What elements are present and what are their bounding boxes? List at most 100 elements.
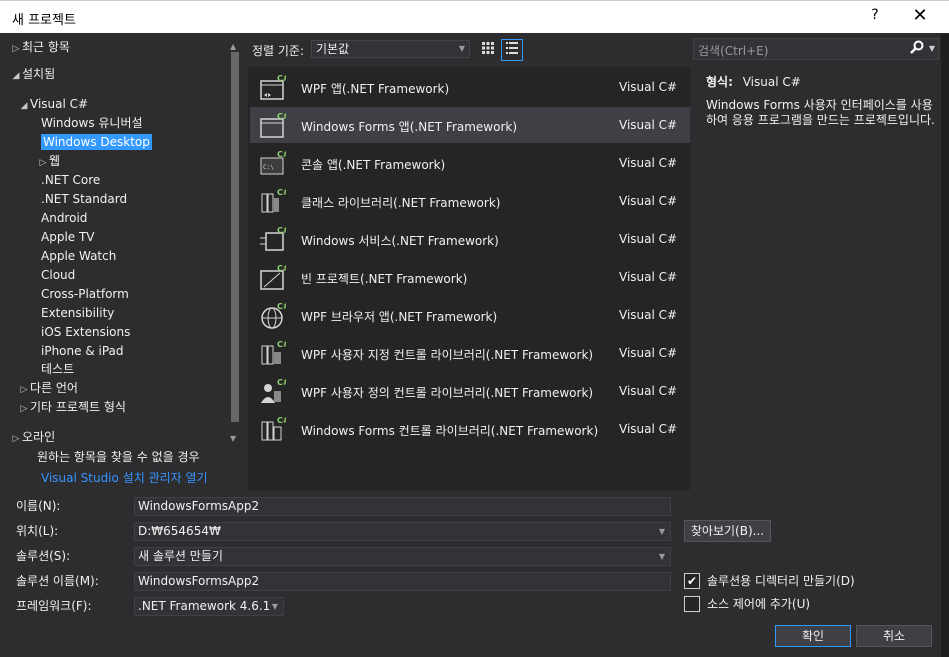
template-language: Visual C# — [619, 384, 678, 398]
collapsed-arrow-icon[interactable]: ▷ — [10, 430, 22, 449]
help-button[interactable]: ? — [866, 7, 884, 23]
template-item[interactable]: C# WPF 브라우저 앱(.NET Framework) Visual C# — [250, 297, 690, 333]
scroll-down-icon[interactable]: ▼ — [230, 434, 236, 443]
tree-item-label: .NET Standard — [41, 192, 128, 206]
tree-item[interactable]: ▷ 웹 — [37, 152, 61, 171]
create-directory-checkbox[interactable]: ✔ — [684, 573, 700, 589]
name-field[interactable]: WindowsFormsApp2 — [134, 497, 671, 516]
search-icon[interactable] — [910, 40, 924, 58]
open-installer-link[interactable]: Visual Studio 설치 관리자 열기 — [41, 469, 208, 486]
ok-button[interactable]: 확인 — [775, 625, 851, 647]
wpf-browser-app-icon: C# — [258, 301, 290, 329]
template-name: WPF 사용자 정의 컨트롤 라이브러리(.NET Framework) — [301, 386, 594, 400]
solution-value: 새 솔루션 만들기 — [138, 549, 223, 563]
sort-select[interactable]: 기본값 ▼ — [311, 40, 470, 58]
title-bar: 새 프로젝트 ? ✕ — [0, 0, 949, 33]
framework-select[interactable]: .NET Framework 4.6.1 ▼ — [134, 597, 284, 616]
name-label: 이름(N): — [16, 499, 61, 513]
collapsed-arrow-icon[interactable]: ▷ — [18, 400, 30, 419]
solution-label: 솔루션(S): — [16, 549, 71, 563]
template-item[interactable]: C# Windows Forms 컨트롤 라이브러리(.NET Framework… — [250, 411, 690, 447]
search-options-chevron-icon[interactable]: ▼ — [929, 44, 935, 53]
template-language: Visual C# — [619, 156, 678, 170]
type-value: Visual C# — [742, 75, 801, 89]
chevron-down-icon: ▼ — [658, 527, 665, 536]
not-finding-note: 원하는 항목을 찾을 수 없을 경우 — [37, 450, 200, 464]
template-item[interactable]: C# Windows 서비스(.NET Framework) Visual C# — [250, 221, 690, 257]
search-box[interactable]: 검색(Ctrl+E) ▼ — [693, 38, 939, 60]
template-list: C# WPF 앱(.NET Framework) Visual C# C# Window… — [248, 67, 690, 490]
template-item[interactable]: C# 빈 프로젝트(.NET Framework) Visual C# — [250, 259, 690, 295]
template-item[interactable]: C:\C# 콘솔 앱(.NET Framework) Visual C# — [250, 145, 690, 181]
type-label: 형식: — [706, 75, 733, 89]
search-input[interactable]: 검색(Ctrl+E) — [698, 42, 768, 59]
svg-text:C#: C# — [277, 302, 286, 311]
windows-service-icon: C# — [258, 225, 290, 253]
template-item[interactable]: C# WPF 앱(.NET Framework) Visual C# — [250, 69, 690, 105]
tree-item[interactable]: ◢ 설치됨 — [10, 65, 56, 86]
list-view-icon[interactable] — [501, 39, 523, 61]
tree-item[interactable]: ▷ 최근 항목 — [10, 38, 70, 57]
solution-name-field[interactable]: WindowsFormsApp2 — [134, 572, 671, 591]
tree-item[interactable]: Cross-Platform — [41, 285, 129, 304]
template-description: Windows Forms 사용자 인터페이스를 사용하여 응용 프로그램을 만… — [706, 98, 935, 127]
browse-button[interactable]: 찾아보기(B)... — [684, 520, 771, 542]
create-directory-label[interactable]: 솔루션용 디렉터리 만들기(D) — [707, 572, 855, 590]
tree-item[interactable]: Windows 유니버설 — [41, 114, 143, 133]
tree-item[interactable]: Extensibility — [41, 304, 114, 323]
scroll-thumb[interactable] — [231, 52, 239, 422]
template-language: Visual C# — [619, 270, 678, 284]
tree-item[interactable]: ▷ 다른 언어 — [18, 379, 78, 398]
tree-item-label: 오라인 — [22, 430, 56, 444]
tree-item[interactable]: ▷ 기타 프로젝트 형식 — [18, 398, 126, 417]
tree-item[interactable]: .NET Standard — [41, 190, 127, 209]
tree-item[interactable]: Android — [41, 209, 87, 228]
tree-item[interactable]: Apple Watch — [41, 247, 116, 266]
collapsed-arrow-icon[interactable]: ▷ — [10, 40, 22, 59]
sort-value: 기본값 — [316, 42, 350, 56]
solution-select[interactable]: 새 솔루션 만들기 ▼ — [134, 547, 671, 566]
tree-item[interactable]: .NET Core — [41, 171, 100, 190]
windows-forms-app-icon: C# — [258, 111, 290, 139]
template-item[interactable]: C# 클래스 라이브러리(.NET Framework) Visual C# — [250, 183, 690, 219]
svg-text:C#: C# — [277, 188, 286, 197]
tree-scrollbar[interactable]: ▲ ▼ — [229, 42, 241, 444]
template-language: Visual C# — [619, 422, 678, 436]
tree-item-label: Extensibility — [41, 306, 115, 320]
location-field[interactable]: D:₩654654₩ ▼ — [134, 522, 671, 541]
tree-item[interactable]: Windows Desktop — [41, 133, 152, 152]
tree-item[interactable]: Cloud — [41, 266, 75, 285]
empty-project-icon: C# — [258, 263, 290, 291]
source-control-label[interactable]: 소스 제어에 추가(U) — [707, 595, 810, 613]
sort-bar: 정렬 기준: 기본값 ▼ — [248, 38, 688, 62]
expanded-arrow-icon[interactable]: ◢ — [18, 97, 30, 116]
template-name: Windows Forms 컨트롤 라이브러리(.NET Framework) — [301, 424, 599, 438]
scroll-up-icon[interactable]: ▲ — [230, 42, 236, 51]
template-item[interactable]: C# WPF 사용자 정의 컨트롤 라이브러리(.NET Framework) Vi… — [250, 373, 690, 409]
tree-item[interactable]: 테스트 — [41, 360, 74, 379]
tree-item[interactable]: iPhone & iPad — [41, 342, 124, 361]
tree-item[interactable]: Apple TV — [41, 228, 95, 247]
expanded-arrow-icon[interactable]: ◢ — [10, 67, 22, 86]
windows-forms-control-library-icon: C# — [258, 415, 290, 443]
svg-text:C#: C# — [277, 226, 286, 235]
chevron-down-icon: ▼ — [458, 44, 465, 53]
chevron-down-icon: ▼ — [271, 602, 278, 611]
template-item[interactable]: C# Windows Forms 앱(.NET Framework) Visual … — [250, 107, 690, 143]
template-item[interactable]: C# WPF 사용자 지정 컨트롤 라이브러리(.NET Framework) Vi… — [250, 335, 690, 371]
grid-view-icon[interactable] — [477, 39, 499, 61]
template-name: 클래스 라이브러리(.NET Framework) — [301, 196, 501, 210]
wpf-custom-control-library-icon: C# — [258, 339, 290, 367]
close-button[interactable]: ✕ — [908, 5, 932, 26]
solution-name-label: 솔루션 이름(M): — [16, 574, 99, 588]
tree-item[interactable]: ◢ Visual C# — [18, 95, 89, 116]
category-tree: ▲ ▼ 원하는 항목을 찾을 수 없을 경우 Visual Studio 설치 … — [0, 34, 243, 490]
source-control-checkbox[interactable] — [684, 596, 700, 612]
window-edge — [941, 34, 949, 657]
chevron-down-icon: ▼ — [658, 552, 665, 561]
tree-item[interactable]: iOS Extensions — [41, 323, 130, 342]
tree-item-label: Apple Watch — [41, 249, 117, 263]
svg-text:C#: C# — [277, 378, 286, 387]
cancel-button[interactable]: 취소 — [856, 625, 932, 647]
tree-item[interactable]: ▷ 오라인 — [10, 428, 56, 449]
